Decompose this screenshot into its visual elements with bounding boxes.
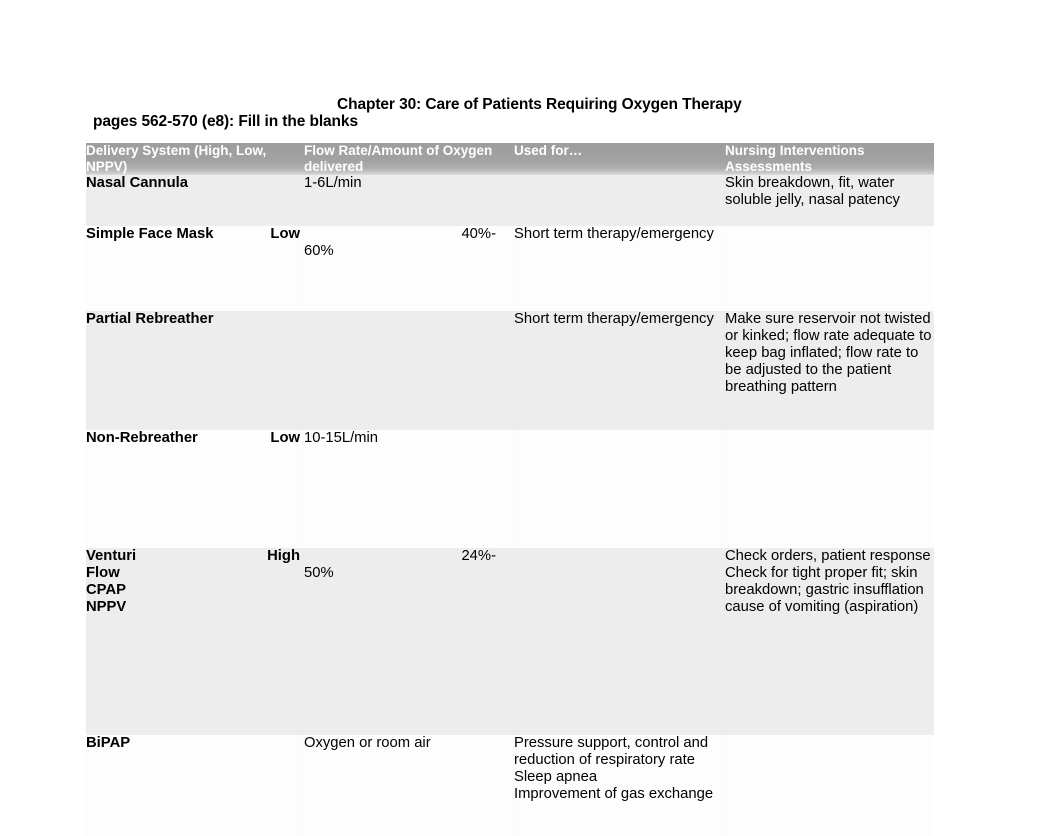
table-row: BiPAP Oxygen or room air Pressure suppor…: [86, 735, 934, 836]
table-row: Non-Rebreather Low 10-15L/min: [86, 430, 934, 548]
table-row: Nasal Cannula 1-6L/min Skin breakdown, f…: [86, 175, 934, 226]
delivery-system-category: Low: [270, 226, 300, 242]
flow-rate-line-1: 24%-: [461, 548, 496, 564]
cell-flow-rate: 24%- 50%: [304, 548, 514, 735]
column-header-flow-rate: Flow Rate/Amount of Oxygen delivered: [304, 143, 514, 175]
used-for-text: Short term therapy/emergency: [514, 226, 714, 242]
cell-nursing-interventions: [725, 430, 934, 548]
cell-nursing-interventions: [725, 226, 934, 311]
cell-used-for: [514, 430, 725, 548]
page-title: Chapter 30: Care of Patients Requiring O…: [337, 96, 742, 113]
nursing-text-line-1: Check orders, patient response: [725, 548, 931, 564]
cell-nursing-interventions: Make sure reservoir not twisted or kinke…: [725, 311, 934, 430]
delivery-system-extra-line: NPPV: [86, 599, 127, 615]
flow-rate-line-1: Oxygen or room air: [304, 735, 431, 751]
cell-flow-rate: 40%- 60%: [304, 226, 514, 311]
delivery-system-name: Nasal Cannula: [86, 175, 188, 191]
cell-delivery-system: Partial Rebreather: [86, 311, 304, 430]
flow-rate-line-1: 40%-: [461, 226, 496, 242]
delivery-system-name: BiPAP: [86, 735, 131, 751]
nursing-text-line-2: Check for tight proper fit; skin breakdo…: [725, 565, 924, 615]
cell-flow-rate: Oxygen or room air: [304, 735, 514, 836]
cell-used-for: Short term therapy/emergency: [514, 226, 725, 311]
table-header-row: Delivery System (High, Low, NPPV) Flow R…: [86, 143, 934, 175]
flow-rate-line-1: 10-15L/min: [304, 430, 379, 446]
cell-nursing-interventions: Check orders, patient response Check for…: [725, 548, 934, 735]
oxygen-delivery-table: Delivery System (High, Low, NPPV) Flow R…: [86, 143, 934, 836]
cell-used-for: Short term therapy/emergency: [514, 311, 725, 430]
nursing-text: Make sure reservoir not twisted or kinke…: [725, 311, 932, 395]
cell-delivery-system: BiPAP: [86, 735, 304, 836]
column-header-delivery-system: Delivery System (High, Low, NPPV): [86, 143, 304, 175]
cell-nursing-interventions: [725, 735, 934, 836]
delivery-system-category: [300, 311, 304, 328]
delivery-system-name: Partial Rebreather: [86, 311, 214, 327]
used-for-line-1: Pressure support, control and reduction …: [514, 735, 709, 768]
nursing-text: Skin breakdown, fit, water soluble jelly…: [725, 175, 900, 208]
cell-used-for: [514, 548, 725, 735]
flow-rate-line-2: 60%: [304, 243, 334, 259]
cell-used-for: Pressure support, control and reduction …: [514, 735, 725, 836]
cell-used-for: [514, 175, 725, 226]
cell-delivery-system: Nasal Cannula: [86, 175, 304, 226]
document-page: Chapter 30: Care of Patients Requiring O…: [0, 0, 1062, 836]
delivery-system-category: High: [267, 548, 300, 564]
cell-delivery-system: Non-Rebreather Low: [86, 430, 304, 548]
cell-flow-rate: [304, 311, 514, 430]
delivery-system-extra-line: Flow: [86, 565, 120, 581]
cell-flow-rate: 1-6L/min: [304, 175, 514, 226]
delivery-system-extra-line: CPAP: [86, 582, 127, 598]
table-body: Nasal Cannula 1-6L/min Skin breakdown, f…: [86, 175, 934, 836]
flow-rate-line-1: 1-6L/min: [304, 175, 362, 191]
table-row: Partial Rebreather Short term therapy/em…: [86, 311, 934, 430]
page-subtitle: pages 562-570 (e8): Fill in the blanks: [93, 113, 358, 130]
cell-delivery-system: Simple Face Mask Low: [86, 226, 304, 311]
delivery-system-name: Venturi: [86, 548, 137, 564]
delivery-system-name: Non-Rebreather: [86, 430, 198, 446]
flow-rate-line-2: 50%: [304, 565, 334, 581]
oxygen-delivery-table-wrapper: Delivery System (High, Low, NPPV) Flow R…: [86, 143, 934, 836]
table-row: Simple Face Mask Low 40%- 60% Short term…: [86, 226, 934, 311]
cell-delivery-system: Venturi High Flow CPAP NPPV: [86, 548, 304, 735]
used-for-line-2: Sleep apnea: [514, 769, 598, 785]
used-for-line-3: Improvement of gas exchange: [514, 786, 714, 802]
cell-flow-rate: 10-15L/min: [304, 430, 514, 548]
used-for-text: Short term therapy/emergency: [514, 311, 714, 327]
column-header-used-for: Used for…: [514, 143, 725, 175]
table-row: Venturi High Flow CPAP NPPV 24%- 50% Che…: [86, 548, 934, 735]
delivery-system-name: Simple Face Mask: [86, 226, 214, 242]
delivery-system-category: Low: [270, 430, 300, 446]
table-header: Delivery System (High, Low, NPPV) Flow R…: [86, 143, 934, 175]
column-header-nursing-interventions: Nursing Interventions Assessments: [725, 143, 934, 175]
cell-nursing-interventions: Skin breakdown, fit, water soluble jelly…: [725, 175, 934, 226]
